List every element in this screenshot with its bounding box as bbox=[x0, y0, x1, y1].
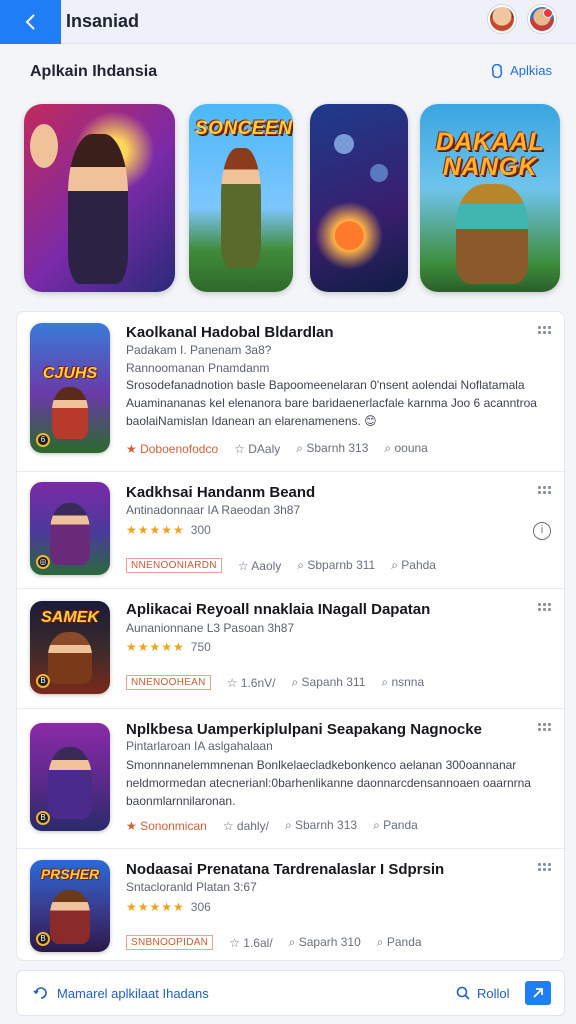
app-badge-icon: B bbox=[36, 674, 50, 688]
meta-search: ⌕ Sbarnh 313 bbox=[296, 441, 369, 455]
meta-extra: ⌕ nsnna bbox=[381, 675, 425, 689]
more-options-icon[interactable] bbox=[538, 326, 552, 336]
app-subtitle: Pintarlaroan IA aslgahalaan bbox=[126, 739, 273, 753]
section-title: Aplkain Ihdansia bbox=[30, 63, 158, 80]
meta-daily: ☆ 1.6al/ bbox=[229, 935, 273, 950]
meta-extra: ⌕ oouna bbox=[384, 441, 428, 455]
app-rating: ★★★★★ 750 bbox=[126, 640, 211, 654]
app-title: Aplikacai Reyoall nnaklaia INagall Dapat… bbox=[126, 601, 431, 618]
featured-art bbox=[24, 104, 175, 292]
arrow-icon bbox=[533, 988, 543, 998]
back-button[interactable] bbox=[0, 0, 61, 44]
app-tag: ★ Doboenofodco bbox=[126, 441, 219, 456]
app-rating: ★★★★★ 300 bbox=[126, 523, 211, 537]
featured-logo: DAKAAL NANGK bbox=[435, 128, 545, 181]
meta-search: ⌕ Sapanh 311 bbox=[291, 675, 366, 689]
app-title: Nodaasai Prenatana Tardrenalaslar I Sdpr… bbox=[126, 861, 445, 878]
app-tag: SNBNOOPIDAN bbox=[126, 935, 214, 950]
apps-icon bbox=[491, 63, 503, 78]
app-description: Srosodefanadnotion basle Bapoomeenelaran… bbox=[126, 378, 537, 428]
app-meta: NNENOOHEAN ☆ 1.6nV/ ⌕ Sapanh 311 ⌕ nsnna bbox=[126, 675, 424, 690]
thumbnail-logo: CJUHS bbox=[42, 365, 98, 382]
avatar-notifications[interactable] bbox=[528, 5, 556, 33]
app-subtitle: Padakam I. Panenam 3a8? bbox=[126, 343, 272, 357]
featured-card-dakaal[interactable]: DAKAAL NANGK bbox=[420, 104, 560, 292]
app-list: CJUHS 6 Kaolkanal Hadobal Bldardlan Pada… bbox=[16, 311, 565, 961]
app-thumbnail: ◎ bbox=[30, 482, 110, 575]
refresh-icon bbox=[33, 987, 47, 999]
meta-search: ⌕ Sbparnb 311 bbox=[297, 558, 376, 572]
app-title: Kadkhsai Handanm Beand bbox=[126, 484, 316, 501]
app-subtitle: Aunanionnane L3 Pasoan 3h87 bbox=[126, 621, 295, 635]
app-thumbnail: B bbox=[30, 723, 110, 831]
search-label: Rollol bbox=[477, 985, 510, 1001]
list-item[interactable]: SAMEK B Aplikacai Reyoall nnaklaia INaga… bbox=[17, 589, 564, 709]
page-title: Insaniad bbox=[66, 11, 140, 31]
app-title: Kaolkanal Hadobal Bldardlan bbox=[126, 324, 334, 341]
section-action-link[interactable]: Aplkias bbox=[490, 63, 552, 78]
list-item[interactable]: B Nplkbesa Uamperkiplulpani Seapakang Na… bbox=[17, 709, 564, 849]
app-thumbnail: SAMEK B bbox=[30, 601, 110, 694]
list-item[interactable]: CJUHS 6 Kaolkanal Hadobal Bldardlan Pada… bbox=[17, 312, 564, 472]
app-title: Nplkbesa Uamperkiplulpani Seapakang Nagn… bbox=[126, 721, 482, 738]
meta-search: ⌕ Sbarnh 313 bbox=[284, 818, 358, 832]
app-badge-icon: ◎ bbox=[36, 555, 50, 569]
chevron-left-icon bbox=[25, 14, 35, 30]
app-tag: ★ Sononmican bbox=[126, 818, 207, 833]
list-item[interactable]: ◎ Kadkhsai Handanm Beand Antinadonnaar I… bbox=[17, 472, 564, 589]
meta-daily: ☆ Aaoly bbox=[237, 558, 282, 573]
section-action-label: Aplkias bbox=[510, 63, 552, 78]
app-thumbnail: CJUHS 6 bbox=[30, 323, 110, 453]
more-options-icon[interactable] bbox=[538, 486, 552, 496]
app-subtitle: Antinadonnaar IA Raeodan 3h87 bbox=[126, 503, 301, 517]
more-options-icon[interactable] bbox=[538, 863, 552, 873]
bottom-bar: Mamarel aplkilaat Ihadans Rollol bbox=[16, 970, 565, 1016]
search-icon bbox=[456, 986, 470, 1000]
meta-daily: ☆ dahly/ bbox=[222, 818, 269, 833]
meta-daily: ☆ 1.6nV/ bbox=[226, 675, 276, 690]
list-item[interactable]: PRSHER B Nodaasai Prenatana Tardrenalasl… bbox=[17, 849, 564, 960]
meta-extra: ⌕ Panda bbox=[373, 818, 418, 832]
more-apps-link[interactable]: Mamarel aplkilaat Ihadans bbox=[33, 985, 209, 1001]
avatar-user[interactable] bbox=[488, 5, 516, 33]
app-meta: SNBNOOPIDAN ☆ 1.6al/ ⌕ Saparh 310 ⌕ Pand… bbox=[126, 935, 422, 950]
app-thumbnail: PRSHER B bbox=[30, 860, 110, 952]
meta-search: ⌕ Saparh 310 bbox=[288, 935, 361, 949]
more-options-icon[interactable] bbox=[538, 723, 552, 733]
send-button[interactable] bbox=[525, 981, 551, 1005]
app-tag: NNENOONIARDN bbox=[126, 558, 222, 573]
app-badge-icon: B bbox=[36, 932, 50, 946]
meta-extra: ⌕ Pahda bbox=[391, 558, 436, 572]
info-icon[interactable]: i bbox=[533, 522, 551, 540]
more-options-icon[interactable] bbox=[538, 603, 552, 613]
app-meta: ★ Doboenofodco ☆ DAaly ⌕ Sbarnh 313 ⌕ oo… bbox=[126, 441, 428, 456]
featured-card-space[interactable] bbox=[310, 104, 408, 292]
meta-extra: ⌕ Panda bbox=[376, 935, 422, 949]
search-link[interactable]: Rollol bbox=[455, 985, 510, 1001]
app-rating: ★★★★★ 306 bbox=[126, 900, 211, 914]
app-badge-icon: 6 bbox=[36, 433, 50, 447]
featured-card-sonceen[interactable]: SONCEEN bbox=[189, 104, 293, 292]
app-badge-icon: B bbox=[36, 811, 50, 825]
meta-daily: ☆ DAaly bbox=[234, 441, 281, 456]
featured-logo: SONCEEN bbox=[195, 118, 293, 139]
app-meta: ★ Sononmican ☆ dahly/ ⌕ Sbarnh 313 ⌕ Pan… bbox=[126, 818, 418, 833]
app-tag: NNENOOHEAN bbox=[126, 675, 211, 690]
app-meta: NNENOONIARDN ☆ Aaoly ⌕ Sbparnb 311 ⌕ Pah… bbox=[126, 558, 436, 573]
thumbnail-logo: PRSHER bbox=[40, 866, 100, 882]
app-subtitle: Sntacloranld Platan 3:67 bbox=[126, 880, 257, 894]
top-bar: Insaniad bbox=[0, 0, 576, 44]
more-apps-label: Mamarel aplkilaat Ihadans bbox=[57, 985, 209, 1001]
app-description: Smonnnanelemmnenan Bonlkelaecladkebonken… bbox=[126, 758, 531, 808]
featured-carousel: SONCEEN DAKAAL NANGK bbox=[24, 104, 560, 294]
app-subtitle-secondary: Rannoomanan Pnamdanm bbox=[126, 361, 270, 375]
featured-card-hero[interactable] bbox=[24, 104, 175, 292]
thumbnail-logo: SAMEK bbox=[41, 609, 99, 626]
